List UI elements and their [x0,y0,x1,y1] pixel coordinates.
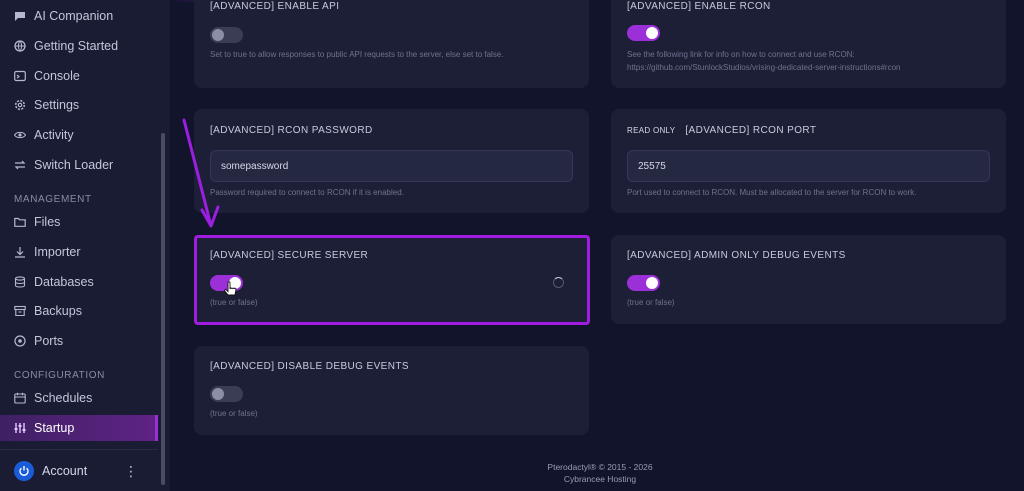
globe-icon [14,40,26,52]
sidebar-item-label: Getting Started [34,39,119,53]
account-menu[interactable]: Account ⋮ [0,449,158,491]
account-label: Account [42,463,88,478]
toggle-knob [646,27,658,39]
card-title: [ADVANCED] ENABLE API [210,1,340,12]
sliders-icon [14,422,26,434]
sidebar-item-label: Importer [34,245,81,259]
card-description: (true or false) [627,298,675,307]
terminal-icon [14,70,26,82]
swap-icon [14,159,26,171]
sidebar-item-settings[interactable]: Settings [0,92,158,118]
network-icon [14,335,26,347]
sidebar-item-label: Console [34,69,80,83]
sidebar-item-activity[interactable]: Activity [0,122,158,148]
archive-icon [14,305,26,317]
sidebar-scrollbar[interactable] [161,133,165,485]
card-description: Set to true to allow responses to public… [210,50,504,59]
card-admin-only-debug-events: [ADVANCED] ADMIN ONLY DEBUG EVENTS (true… [611,235,1006,324]
toggle-disable-debug-events[interactable] [210,386,243,402]
sidebar-item-label: Backups [34,304,82,318]
avatar [14,460,34,481]
footer-copyright: Pterodactyl® © 2015 - 2026 [547,462,653,472]
card-title-row: READ ONLY [ADVANCED] RCON PORT [627,125,816,136]
rcon-password-input[interactable]: somepassword [210,150,573,182]
card-title: [ADVANCED] DISABLE DEBUG EVENTS [210,361,409,372]
sidebar-item-label: Switch Loader [34,158,114,172]
sidebar-item-getting-started[interactable]: Getting Started [0,33,158,59]
toggle-knob [212,29,224,41]
card-rcon-port: READ ONLY [ADVANCED] RCON PORT 25575 Por… [611,109,1006,213]
card-enable-api: [ADVANCED] ENABLE API Set to true to all… [194,0,589,88]
toggle-enable-rcon[interactable] [627,25,660,41]
rcon-port-input: 25575 [627,150,990,182]
card-rcon-password: [ADVANCED] RCON PASSWORD somepassword Pa… [194,109,589,213]
card-title: [ADVANCED] ENABLE RCON [627,1,771,12]
sidebar-item-label: Settings [34,98,80,112]
sidebar-item-label: Databases [34,275,94,289]
annotation-arrow-icon [182,118,220,228]
sidebar-item-importer[interactable]: Importer [0,239,158,265]
sidebar-item-databases[interactable]: Databases [0,269,158,295]
card-title: [ADVANCED] ADMIN ONLY DEBUG EVENTS [627,250,846,261]
gear-icon [14,99,26,111]
calendar-icon [14,392,26,404]
sidebar-item-schedules[interactable]: Schedules [0,385,158,411]
sidebar-item-label: Ports [34,334,64,348]
card-title: [ADVANCED] RCON PASSWORD [210,125,373,136]
eye-icon [14,129,26,141]
section-configuration-label: CONFIGURATION [14,370,105,381]
toggle-knob [212,388,224,400]
card-description: Port used to connect to RCON. Must be al… [627,188,917,197]
footer: Pterodactyl® © 2015 - 2026 Cybrancee Hos… [500,461,700,485]
sidebar-item-label: Schedules [34,391,93,405]
sidebar-item-switch-loader[interactable]: Switch Loader [0,152,158,178]
sidebar: AI Companion Getting Started Console Set… [0,0,170,491]
power-icon [19,465,29,476]
sidebar-item-files[interactable]: Files [0,209,158,235]
toggle-admin-only-debug-events[interactable] [627,275,660,291]
sidebar-item-label: Files [34,215,61,229]
card-description: Password required to connect to RCON if … [210,188,404,197]
sidebar-item-ports[interactable]: Ports [0,328,158,354]
section-management-label: MANAGEMENT [14,194,92,205]
sidebar-item-label: Activity [34,128,74,142]
toggle-knob [646,277,658,289]
sidebar-item-label: Startup [34,421,75,435]
sidebar-item-backups[interactable]: Backups [0,298,158,324]
folder-icon [14,216,26,228]
card-description: (true or false) [210,409,258,418]
rcon-instructions-link[interactable]: https://github.com/StunlockStudios/vrisi… [627,61,900,74]
sidebar-item-startup[interactable]: Startup [0,415,158,441]
chat-icon [14,10,26,22]
kebab-menu-icon[interactable]: ⋮ [124,463,138,480]
sidebar-item-ai-companion[interactable]: AI Companion [0,3,158,29]
highlight-box [194,235,590,325]
hand-cursor-icon [224,281,237,296]
database-icon [14,276,26,288]
sidebar-item-console[interactable]: Console [0,63,158,89]
sidebar-item-label: AI Companion [34,9,114,23]
toggle-enable-api[interactable] [210,27,243,43]
footer-hosting: Cybrancee Hosting [563,474,637,484]
card-description-line1: See the following link for info on how t… [627,50,855,59]
card-enable-rcon: [ADVANCED] ENABLE RCON See the following… [611,0,1006,88]
loading-spinner-icon [553,277,564,288]
card-disable-debug-events: [ADVANCED] DISABLE DEBUG EVENTS (true or… [194,346,589,435]
download-icon [14,246,26,258]
read-only-badge: READ ONLY [627,126,676,135]
card-title: [ADVANCED] RCON PORT [685,125,817,136]
